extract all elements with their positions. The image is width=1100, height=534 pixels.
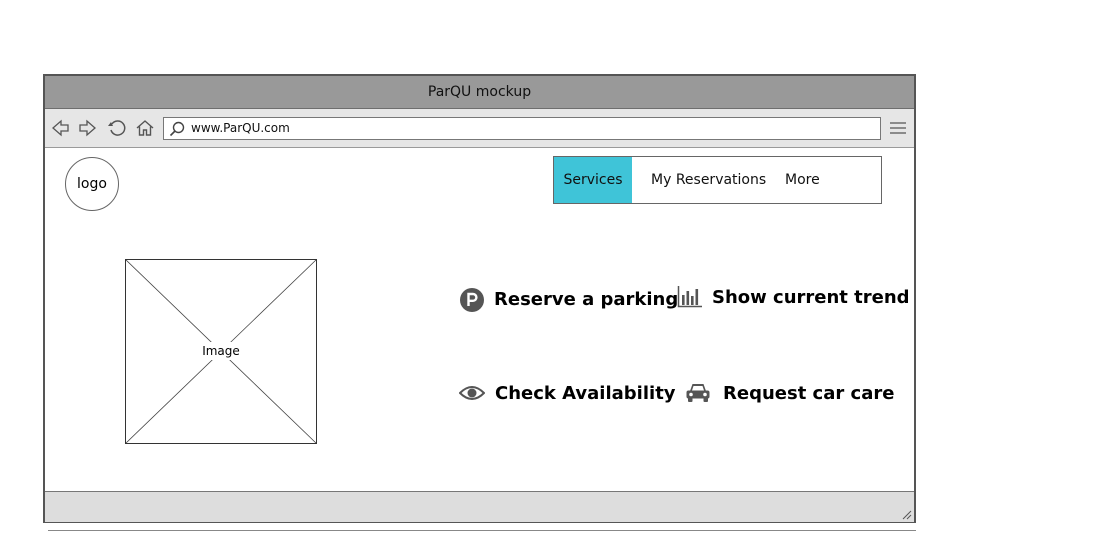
- check-availability-button[interactable]: Check Availability: [459, 379, 676, 409]
- logo[interactable]: logo: [65, 157, 119, 211]
- check-availability-label: Check Availability: [495, 383, 676, 404]
- search-icon: [169, 121, 185, 137]
- tab-more[interactable]: More: [785, 157, 820, 203]
- tab-services[interactable]: Services: [554, 157, 632, 203]
- show-trend-button[interactable]: Show current trend: [677, 283, 910, 313]
- forward-arrow-icon[interactable]: [77, 118, 97, 138]
- browser-window: ParQU mockup www.ParQU.com logo Services…: [43, 74, 916, 523]
- request-car-care-label: Request car care: [723, 383, 895, 404]
- eye-icon: [459, 386, 485, 400]
- page-content: logo Services My Reservations More Image…: [45, 148, 914, 491]
- divider-line: [48, 530, 916, 531]
- car-icon: [686, 384, 710, 402]
- url-text: www.ParQU.com: [191, 121, 290, 135]
- status-bar: [45, 491, 914, 522]
- hamburger-menu-icon[interactable]: [890, 121, 906, 135]
- address-bar[interactable]: www.ParQU.com: [163, 117, 881, 140]
- back-arrow-icon[interactable]: [51, 118, 71, 138]
- reserve-parking-label: Reserve a parking: [494, 289, 679, 310]
- home-icon[interactable]: [135, 118, 155, 138]
- tab-my-reservations[interactable]: My Reservations: [651, 157, 766, 203]
- reload-icon[interactable]: [107, 118, 127, 138]
- window-title: ParQU mockup: [45, 76, 914, 109]
- browser-toolbar: www.ParQU.com: [45, 109, 914, 148]
- request-car-care-button[interactable]: Request car care: [685, 379, 894, 409]
- image-placeholder: Image: [125, 259, 317, 444]
- parking-icon: [460, 288, 484, 312]
- bar-chart-icon: [677, 286, 702, 308]
- resize-grip-icon[interactable]: [900, 508, 912, 520]
- show-trend-label: Show current trend: [712, 287, 910, 308]
- reserve-parking-button[interactable]: Reserve a parking: [459, 285, 678, 315]
- image-placeholder-label: Image: [199, 342, 243, 360]
- top-navigation: Services My Reservations More: [553, 156, 882, 204]
